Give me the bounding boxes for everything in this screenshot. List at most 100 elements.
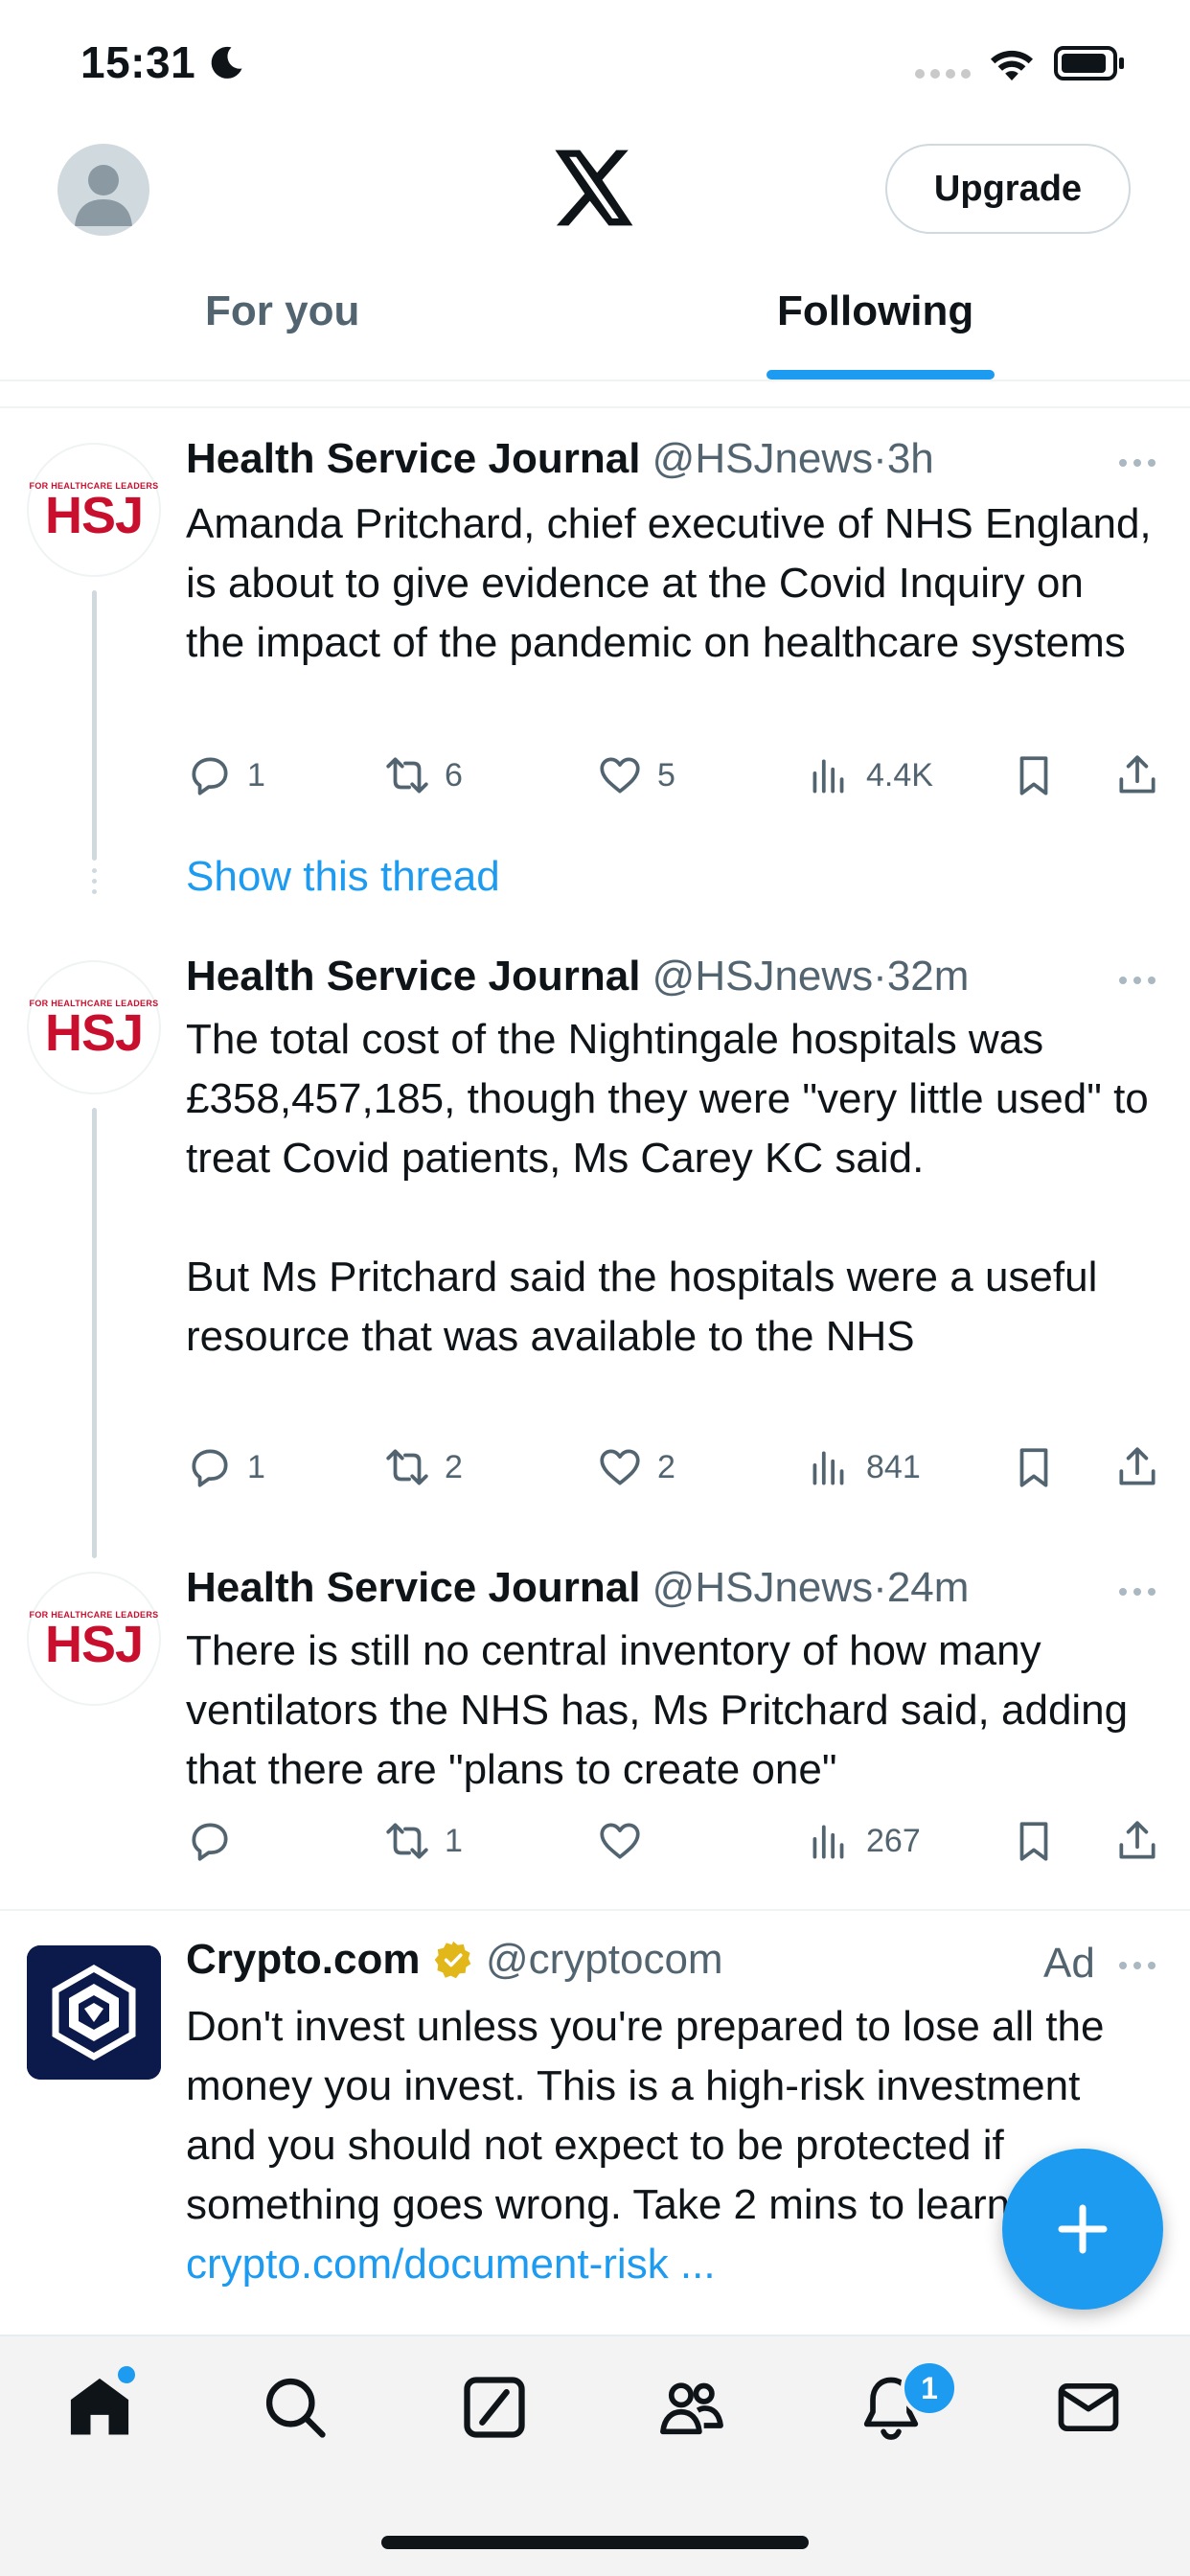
author-name[interactable]: Crypto.com <box>186 1936 420 1983</box>
thread-dotted-connector <box>92 868 97 894</box>
reply-icon <box>192 1823 228 1861</box>
tweet-header: Health Service Journal @HSJnews·24m <box>186 1564 969 1612</box>
verified-badge-icon <box>434 1941 471 1979</box>
repost-count: 2 <box>445 1448 463 1485</box>
author-handle[interactable]: @cryptocom <box>486 1936 723 1983</box>
repost-button[interactable]: 6 <box>383 751 463 799</box>
tweet-text: The total cost of the Nightingale hospit… <box>186 1010 1154 1367</box>
tweet-actions: 1 6 5 4.4K <box>186 751 1163 809</box>
notifications-badge: 1 <box>901 2359 958 2417</box>
feed-top-divider <box>0 406 1190 408</box>
repost-icon <box>386 757 428 794</box>
share-button[interactable] <box>1113 1443 1161 1491</box>
author-name[interactable]: Health Service Journal <box>186 1564 640 1611</box>
tweet-time: 32m <box>886 953 970 1000</box>
reply-button[interactable]: 1 <box>186 1443 265 1491</box>
thread-connector-line <box>92 590 97 861</box>
author-name[interactable]: Health Service Journal <box>186 435 640 482</box>
tab-following[interactable]: Following <box>777 288 973 335</box>
reply-button[interactable]: 1 <box>186 751 265 799</box>
share-icon <box>1119 1821 1156 1859</box>
bookmark-icon <box>1019 1822 1048 1861</box>
more-options-icon[interactable] <box>1117 1585 1157 1598</box>
profile-avatar[interactable] <box>57 144 149 236</box>
more-options-icon[interactable] <box>1117 1959 1157 1972</box>
reply-icon <box>192 1449 228 1487</box>
repost-count: 1 <box>445 1822 463 1859</box>
avatar-logo-text: HSJ <box>44 1004 144 1062</box>
share-button[interactable] <box>1113 751 1161 799</box>
reply-icon <box>192 757 228 795</box>
bookmark-icon <box>1019 1448 1048 1487</box>
author-handle[interactable]: @HSJnews <box>652 953 874 1000</box>
home-indicator-bar[interactable] <box>381 2536 809 2549</box>
views-count: 4.4K <box>866 756 933 794</box>
views-chart-icon <box>812 759 844 794</box>
like-button[interactable] <box>596 1817 657 1865</box>
search-icon[interactable] <box>259 2371 332 2444</box>
tweet-header: Health Service Journal @HSJnews·32m <box>186 953 969 1000</box>
repost-icon <box>386 1823 428 1859</box>
like-heart-icon <box>600 1449 640 1485</box>
tab-selected-indicator <box>767 370 995 380</box>
views-count: 267 <box>866 1822 921 1859</box>
crypto-com-logo-icon <box>27 1945 161 2080</box>
tweet-divider <box>0 1909 1190 1911</box>
views-count: 841 <box>866 1448 921 1485</box>
bookmark-button[interactable] <box>1010 1817 1058 1865</box>
separator-dot: · <box>873 435 887 482</box>
tweet-actions: 1 267 <box>186 1817 1163 1874</box>
thread-connector-line <box>92 1108 97 1558</box>
tweet-time: 3h <box>886 435 934 482</box>
bookmark-button[interactable] <box>1010 751 1058 799</box>
like-heart-icon <box>600 757 640 794</box>
tweet-text: There is still no central inventory of h… <box>186 1622 1154 1800</box>
tweet-avatar[interactable]: FOR HEALTHCARE LEADERS HSJ <box>27 1572 161 1706</box>
battery-icon <box>1054 46 1124 80</box>
communities-icon[interactable] <box>655 2371 728 2444</box>
reply-count: 1 <box>247 1448 265 1485</box>
tweet-text-paragraph: There is still no central inventory of h… <box>186 1627 1129 1793</box>
like-button[interactable]: 2 <box>596 1443 675 1491</box>
default-avatar-icon <box>75 165 132 226</box>
header-divider <box>0 380 1190 381</box>
plus-icon <box>1058 2204 1108 2254</box>
like-button[interactable]: 5 <box>596 751 675 799</box>
views-button[interactable]: 841 <box>805 1443 921 1491</box>
views-chart-icon <box>812 1451 844 1485</box>
tweet-avatar[interactable]: FOR HEALTHCARE LEADERS HSJ <box>27 443 161 577</box>
author-name[interactable]: Health Service Journal <box>186 953 640 1000</box>
tweet-time: 24m <box>886 1564 970 1611</box>
repost-button[interactable]: 1 <box>383 1817 463 1865</box>
tweet-avatar[interactable]: FOR HEALTHCARE LEADERS HSJ <box>27 960 161 1094</box>
repost-button[interactable]: 2 <box>383 1443 463 1491</box>
ad-link[interactable]: crypto.com/document-risk ... <box>186 2241 716 2288</box>
tweet-actions: 1 2 2 841 <box>186 1443 1163 1501</box>
messages-envelope-icon[interactable] <box>1052 2371 1125 2444</box>
reply-count: 1 <box>247 756 265 794</box>
ad-body-text: Don't invest unless you're prepared to l… <box>186 2003 1130 2228</box>
reply-button[interactable] <box>186 1817 247 1865</box>
crypto-com-avatar[interactable] <box>27 1945 161 2080</box>
tweet-text-paragraph: But Ms Pritchard said the hospitals were… <box>186 1254 1098 1360</box>
more-options-icon[interactable] <box>1117 974 1157 987</box>
wifi-icon <box>991 50 1033 80</box>
compose-post-button[interactable] <box>1002 2149 1163 2310</box>
share-icon <box>1119 1447 1156 1485</box>
author-handle[interactable]: @HSJnews <box>652 435 874 482</box>
tweet-header: Health Service Journal @HSJnews·3h <box>186 435 934 483</box>
home-new-content-dot <box>115 2363 138 2386</box>
views-button[interactable]: 4.4K <box>805 751 933 799</box>
grok-icon[interactable] <box>458 2371 531 2444</box>
bookmark-button[interactable] <box>1010 1443 1058 1491</box>
tab-for-you[interactable]: For you <box>205 288 359 335</box>
like-heart-icon <box>600 1823 640 1859</box>
upgrade-button[interactable]: Upgrade <box>885 144 1131 234</box>
share-icon <box>1119 755 1156 794</box>
more-options-icon[interactable] <box>1117 456 1157 470</box>
share-button[interactable] <box>1113 1817 1161 1865</box>
views-button[interactable]: 267 <box>805 1817 921 1865</box>
show-this-thread-link[interactable]: Show this thread <box>186 853 500 901</box>
tweet-text: Amanda Pritchard, chief executive of NHS… <box>186 494 1154 673</box>
author-handle[interactable]: @HSJnews <box>652 1564 874 1611</box>
